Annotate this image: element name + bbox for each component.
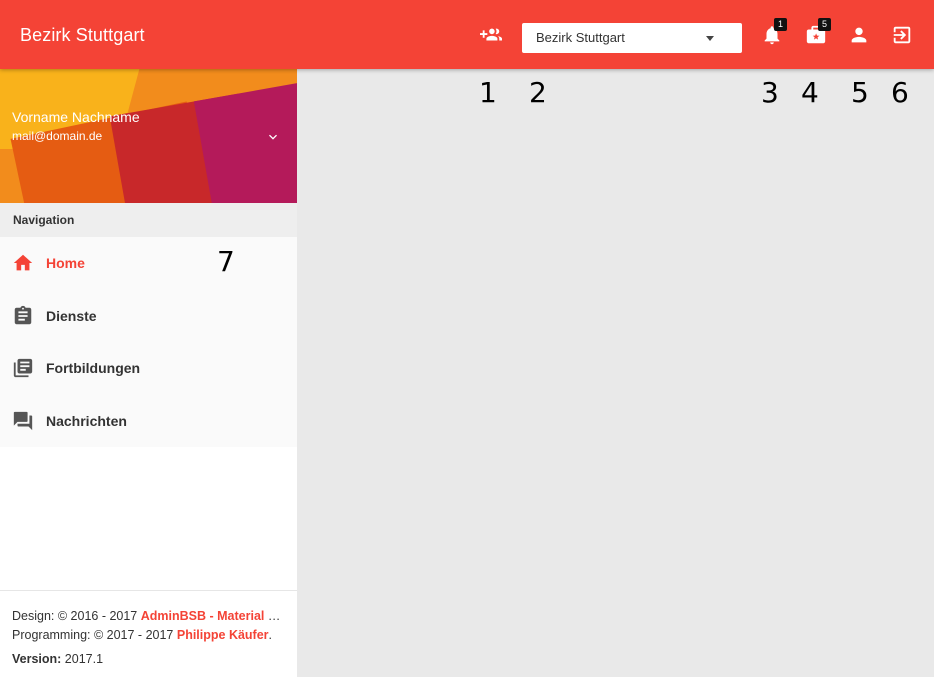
- chevron-down-icon[interactable]: [265, 129, 281, 145]
- person-icon[interactable]: [846, 22, 872, 48]
- user-email: mail@domain.de: [12, 129, 103, 143]
- sidebar-item-label: Nachrichten: [46, 412, 127, 429]
- footer-programming-suffix: .: [268, 628, 273, 642]
- footer-version-line: Version: 2017.1: [12, 650, 285, 669]
- annotation-2: 2: [529, 76, 547, 109]
- annotation-1: 1: [479, 76, 497, 109]
- annotation-3: 3: [761, 76, 779, 109]
- clipboard-icon: [14, 305, 32, 324]
- library-books-icon: [13, 359, 33, 378]
- sidebar-item-label: Home: [46, 255, 85, 272]
- forum-icon: [13, 411, 33, 430]
- left-sidebar: Vorname Nachname mail@domain.de Navigati…: [0, 69, 297, 677]
- annotation-5: 5: [851, 76, 869, 109]
- home-icon: [13, 255, 33, 271]
- nav-menu: Home Dienste Fortbildungen Nachrichten: [0, 237, 297, 447]
- footer-programming-prefix: Programming: © 2017 - 2017: [12, 628, 177, 642]
- exit-to-app-icon[interactable]: [889, 22, 915, 48]
- sidebar-item-home[interactable]: Home: [0, 237, 297, 290]
- sidebar-item-nachrichten[interactable]: Nachrichten: [0, 395, 297, 448]
- app-title[interactable]: Bezirk Stuttgart: [20, 25, 145, 46]
- sidebar-item-label: Fortbildungen: [46, 360, 141, 377]
- version-value: 2017.1: [61, 652, 104, 666]
- invitations-button[interactable]: 5: [803, 18, 831, 48]
- programming-credit-link[interactable]: Philippe Käufer: [177, 628, 269, 642]
- sidebar-item-fortbildungen[interactable]: Fortbildungen: [0, 342, 297, 395]
- sidebar-item-dienste[interactable]: Dienste: [0, 290, 297, 343]
- footer-programming-line: Programming: © 2017 - 2017 Philippe Käuf…: [12, 626, 285, 645]
- annotation-4: 4: [801, 76, 819, 109]
- footer-design-prefix: Design: © 2016 - 2017: [12, 609, 141, 623]
- annotation-7: 7: [217, 245, 235, 278]
- group-add-icon[interactable]: [478, 22, 504, 48]
- nav-section-header: Navigation: [0, 203, 297, 237]
- top-navbar: Bezirk Stuttgart Bezirk Stuttgart 1 5: [0, 0, 934, 69]
- version-label: Version:: [12, 652, 62, 666]
- sidebar-item-label: Dienste: [46, 307, 97, 324]
- design-credit-link[interactable]: AdminBSB - Material Design: [141, 609, 285, 623]
- district-select-value: Bezirk Stuttgart: [536, 30, 625, 45]
- annotation-6: 6: [891, 76, 909, 109]
- dropdown-caret-icon: [706, 36, 714, 41]
- main-content: [297, 69, 934, 677]
- district-select[interactable]: Bezirk Stuttgart: [522, 23, 742, 53]
- footer-design-line: Design: © 2016 - 2017 AdminBSB - Materia…: [12, 607, 285, 626]
- notifications-button[interactable]: 1: [759, 18, 787, 48]
- sidebar-footer: Design: © 2016 - 2017 AdminBSB - Materia…: [0, 590, 297, 677]
- user-info-panel: Vorname Nachname mail@domain.de: [0, 69, 297, 203]
- notifications-badge: 1: [774, 18, 787, 31]
- user-name: Vorname Nachname: [12, 109, 140, 125]
- bg-shape: [193, 78, 297, 203]
- invitations-badge: 5: [818, 18, 831, 31]
